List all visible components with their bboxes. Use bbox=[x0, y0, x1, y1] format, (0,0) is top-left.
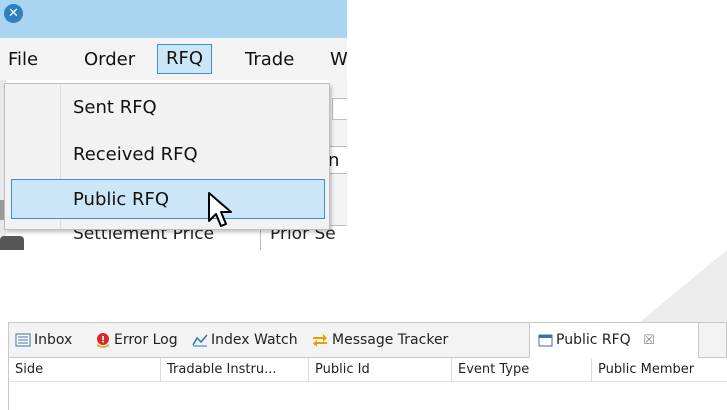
menu-w[interactable]: W bbox=[330, 46, 347, 74]
menu-bar: File Order RFQ Trade W bbox=[0, 38, 347, 80]
table-header-row: Side Tradable Instru... Public Id Event … bbox=[8, 358, 727, 382]
column-header-event-type[interactable]: Event Type bbox=[452, 358, 592, 382]
rfq-dropdown-menu: Sent RFQ Received RFQ Public RFQ bbox=[4, 83, 330, 230]
column-header-public-id[interactable]: Public Id bbox=[309, 358, 452, 382]
toolbar-button-fragment bbox=[332, 98, 347, 120]
column-header-side[interactable]: Side bbox=[9, 358, 161, 382]
views-panel: Inbox ! Error Log Index Watch Message Tr… bbox=[0, 322, 727, 410]
tab-label: Public RFQ bbox=[556, 332, 631, 348]
title-bar: ✕ bbox=[0, 0, 347, 38]
menu-item-label: Received RFQ bbox=[73, 144, 198, 165]
tab-inbox[interactable]: Inbox bbox=[15, 323, 72, 357]
app-window-crop: ✕ File Order RFQ Trade W n Settlement Pr… bbox=[0, 0, 347, 250]
menu-file[interactable]: File bbox=[8, 46, 38, 74]
tab-public-rfq[interactable]: Public RFQ ☒ bbox=[529, 323, 699, 358]
menu-trade[interactable]: Trade bbox=[245, 46, 294, 74]
view-tab-bar: Inbox ! Error Log Index Watch Message Tr… bbox=[8, 322, 727, 358]
menu-item-public-rfq[interactable]: Public RFQ bbox=[11, 179, 325, 219]
close-tab-icon[interactable]: ☒ bbox=[643, 333, 655, 348]
tab-label: Index Watch bbox=[211, 332, 298, 348]
menu-item-label: Public RFQ bbox=[73, 189, 170, 210]
tab-message-tracker[interactable]: Message Tracker bbox=[311, 323, 448, 357]
menu-order[interactable]: Order bbox=[84, 46, 135, 74]
menu-item-sent-rfq[interactable]: Sent RFQ bbox=[5, 88, 329, 128]
menu-item-label: Sent RFQ bbox=[73, 97, 157, 118]
menu-item-received-rfq[interactable]: Received RFQ bbox=[5, 135, 329, 175]
side-icon-fragment-2 bbox=[0, 236, 24, 250]
tab-label: Error Log bbox=[114, 332, 178, 348]
tab-label: Message Tracker bbox=[332, 332, 449, 348]
error-log-icon: ! bbox=[96, 333, 110, 348]
svg-text:!: ! bbox=[101, 336, 105, 346]
inbox-icon bbox=[15, 333, 31, 347]
column-header-public-member[interactable]: Public Member bbox=[592, 358, 727, 382]
index-watch-icon bbox=[192, 334, 208, 347]
menu-rfq[interactable]: RFQ bbox=[157, 44, 213, 74]
window-icon bbox=[538, 334, 553, 346]
message-tracker-icon bbox=[313, 334, 327, 347]
close-icon[interactable]: ✕ bbox=[4, 4, 23, 23]
tab-label: Inbox bbox=[34, 332, 73, 348]
mouse-pointer-icon bbox=[208, 192, 232, 227]
column-header-tradable-instrument[interactable]: Tradable Instru... bbox=[161, 358, 309, 382]
page-corner-decoration bbox=[640, 250, 727, 322]
table-left-border bbox=[8, 382, 9, 410]
tab-error-log[interactable]: ! Error Log bbox=[95, 323, 178, 357]
tab-index-watch[interactable]: Index Watch bbox=[192, 323, 298, 357]
